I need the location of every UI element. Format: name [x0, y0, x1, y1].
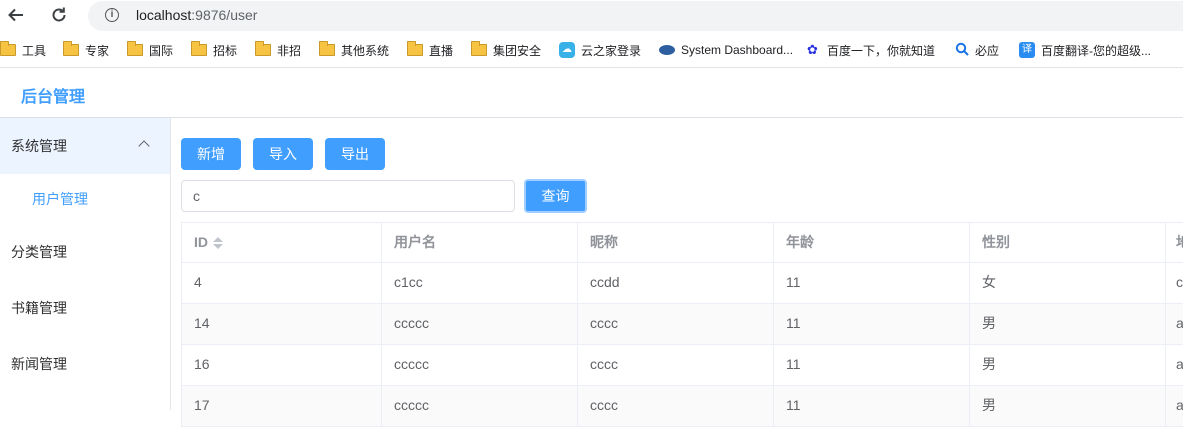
- column-header: 年龄: [774, 223, 970, 262]
- info-icon[interactable]: i: [105, 8, 119, 22]
- bookmark-item[interactable]: 必应: [955, 40, 999, 60]
- reload-icon: [52, 7, 66, 22]
- translate-icon: 译: [1019, 42, 1035, 58]
- export-button[interactable]: 导出: [325, 138, 385, 170]
- bookmark-item[interactable]: ✿ 百度一下，你就知道: [807, 40, 935, 60]
- sort-icon[interactable]: [213, 236, 223, 250]
- column-header-id[interactable]: ID: [182, 223, 382, 262]
- folder-icon: [319, 41, 335, 56]
- cloud-icon: ☁: [559, 42, 575, 58]
- bookmark-item[interactable]: 国际: [127, 40, 173, 60]
- folder-icon: [127, 41, 143, 56]
- baidu-paw-icon: ✿: [807, 42, 818, 57]
- bookmark-item[interactable]: 译 百度翻译-您的超级...: [1019, 40, 1151, 60]
- sidebar-item-books[interactable]: 书籍管理: [0, 280, 170, 336]
- sidebar-item-category[interactable]: 分类管理: [0, 224, 170, 280]
- column-header: 地: [1166, 223, 1183, 262]
- column-header: 昵称: [578, 223, 774, 262]
- url-text: localhost:9876/user: [136, 7, 258, 23]
- search-icon: [955, 42, 969, 59]
- folder-icon: [0, 41, 16, 56]
- back-button[interactable]: [5, 4, 27, 26]
- bookmarks-bar: 工具 专家 国际 招标 非招 其他系统 直播 集团安全 ☁ 云之家登录 Syst…: [0, 36, 1183, 64]
- folder-icon: [191, 41, 207, 56]
- bookmark-item[interactable]: 直播: [407, 40, 453, 60]
- app-title: 后台管理: [21, 89, 86, 106]
- query-button[interactable]: 查询: [524, 179, 587, 213]
- dashboard-icon: [659, 45, 675, 55]
- table-row[interactable]: 4 c1cc ccdd 11 女 c: [182, 263, 1183, 304]
- bookmark-item[interactable]: 非招: [255, 40, 301, 60]
- browser-chrome: i localhost:9876/user 工具 专家 国际 招标 非招 其他系…: [0, 0, 1183, 68]
- arrow-left-icon: [8, 8, 23, 22]
- folder-icon: [471, 41, 487, 56]
- bookmark-item[interactable]: System Dashboard...: [659, 40, 793, 60]
- bookmark-item[interactable]: 工具: [0, 40, 46, 60]
- sidebar-item-system[interactable]: 系统管理: [0, 118, 170, 174]
- address-bar[interactable]: i localhost:9876/user: [88, 1, 1183, 31]
- bookmark-item[interactable]: 专家: [63, 40, 109, 60]
- folder-icon: [407, 41, 423, 56]
- column-header: 用户名: [382, 223, 578, 262]
- bookmark-item[interactable]: 其他系统: [319, 40, 389, 60]
- sidebar-item-users[interactable]: 用户管理: [0, 174, 170, 224]
- table-row[interactable]: 16 ccccc cccc 11 男 a: [182, 345, 1183, 386]
- folder-icon: [63, 41, 79, 56]
- column-header: 性别: [970, 223, 1166, 262]
- reload-button[interactable]: [48, 4, 70, 26]
- table-row[interactable]: 17 ccccc cccc 11 男 a: [182, 386, 1183, 427]
- bookmark-item[interactable]: 集团安全: [471, 40, 541, 60]
- table-row[interactable]: 14 ccccc cccc 11 男 a: [182, 304, 1183, 345]
- table-header: ID 用户名 昵称 年龄 性别 地: [182, 223, 1183, 263]
- sidebar-item-news[interactable]: 新闻管理: [0, 336, 170, 392]
- bookmark-item[interactable]: ☁ 云之家登录: [559, 40, 641, 60]
- add-button[interactable]: 新增: [181, 138, 241, 170]
- folder-icon: [255, 41, 271, 56]
- bookmark-item[interactable]: 招标: [191, 40, 237, 60]
- app-header: 后台管理: [0, 68, 1183, 118]
- search-input[interactable]: [181, 180, 515, 212]
- sidebar: 系统管理 用户管理 分类管理 书籍管理 新闻管理: [0, 118, 171, 410]
- user-table: ID 用户名 昵称 年龄 性别 地 4 c1cc ccdd 11 女 c 14 …: [181, 222, 1183, 427]
- chevron-up-icon: [138, 140, 150, 152]
- import-button[interactable]: 导入: [253, 138, 313, 170]
